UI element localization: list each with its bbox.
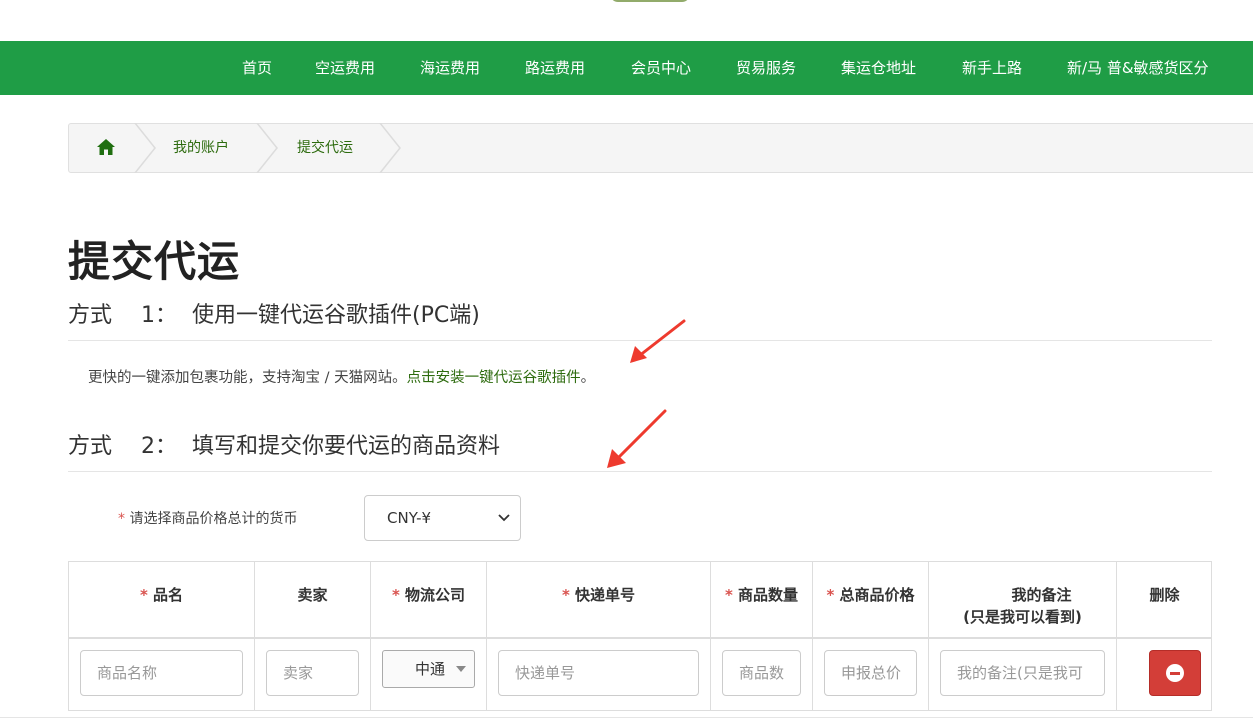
method1-number: 1： [141,303,177,328]
nav-item-land-freight[interactable]: 路运费用 [525,41,585,95]
currency-select[interactable]: CNY-¥ [364,495,521,541]
caret-down-icon [456,666,466,672]
breadcrumb-my-account[interactable]: 我的账户 [173,124,229,172]
required-mark: * [118,511,125,527]
col-header-logistics: * 物流公司 [371,562,487,639]
page-title: 提交代运 [68,237,241,286]
main-nav: 首页 空运费用 海运费用 路运费用 会员中心 贸易服务 集运仓地址 新手上路 新… [0,41,1253,95]
required-mark: * [561,586,570,604]
nav-item-trade-service[interactable]: 贸易服务 [736,41,796,95]
col-header-total-text: 总商品价格 [839,586,915,604]
annotation-arrow-icon [630,319,686,363]
col-header-note-line2: (只是我可以看到) [963,608,1082,626]
divider [0,717,1253,718]
table-cell: 卖家 [255,639,371,711]
required-mark: * [391,586,400,604]
seller-input[interactable]: 卖家 [266,650,359,696]
tracking-number-input[interactable]: 快递单号 [498,650,699,696]
col-header-note-line1: 我的备注 [1011,586,1072,604]
table-cell [1117,639,1212,711]
currency-selected-value: CNY-¥ [387,509,432,527]
goods-name-input[interactable]: 商品名称 [80,650,243,696]
site-logo [610,0,1000,4]
table-cell: 商品名称 [69,639,255,711]
nav-item-air-freight[interactable]: 空运费用 [315,41,375,95]
method1-desc-end: 。 [580,370,596,386]
col-header-name-text: 品名 [153,586,184,604]
breadcrumb-separator [256,123,278,173]
method2-number: 2： [141,434,177,459]
col-header-tracking: * 快递单号 [487,562,711,639]
quantity-input[interactable]: 商品数 [722,650,801,696]
table-cell: 申报总价 [813,639,929,711]
total-price-input[interactable]: 申报总价 [824,650,917,696]
col-header-qty: * 商品数量 [711,562,813,639]
table-cell: 商品数 [711,639,813,711]
required-mark: * [826,586,835,604]
nav-item-warehouse-address[interactable]: 集运仓地址 [841,41,916,95]
breadcrumb-home[interactable] [69,124,139,172]
table-cell: 快递单号 [487,639,711,711]
goods-table: * 品名 卖家 * 物流公司 * 快递单号 * 商品数量 * 总商品价格 我的备… [68,561,1212,711]
install-plugin-link[interactable]: 点击安装一键代运谷歌插件 [407,370,581,386]
method2-heading: 方式 2： 填写和提交你要代运的商品资料 [68,428,1212,472]
logo-leaf-icon [610,0,690,2]
chevron-down-icon [498,514,510,522]
nav-item-sensitive-goods[interactable]: 新/马 普&敏感货区分 [1067,41,1209,95]
col-header-delete-text: 删除 [1149,586,1180,604]
table-cell: 我的备注(只是我可 [929,639,1117,711]
col-header-seller-text: 卖家 [297,586,328,604]
breadcrumb-separator [379,123,401,173]
required-mark: * [724,586,733,604]
col-header-logistics-text: 物流公司 [405,586,466,604]
method1-description: 更快的一键添加包裹功能，支持淘宝 / 天猫网站。点击安装一键代运谷歌插件。 [88,366,595,387]
method1-label: 方式 [68,303,113,328]
col-header-total: * 总商品价格 [813,562,929,639]
nav-item-beginner-guide[interactable]: 新手上路 [962,41,1022,95]
col-header-delete: 删除 [1117,562,1212,639]
logistics-selected-value: 中通 [415,660,446,678]
nav-item-sea-freight[interactable]: 海运费用 [420,41,480,95]
method2-label: 方式 [68,434,113,459]
logistics-select[interactable]: 中通 [382,650,475,688]
col-header-note: 我的备注 (只是我可以看到) [929,562,1117,639]
col-header-name: * 品名 [69,562,255,639]
delete-row-button[interactable] [1149,650,1201,696]
nav-item-home[interactable]: 首页 [242,41,272,95]
method2-title: 填写和提交你要代运的商品资料 [192,434,501,459]
table-cell: 中通 [371,639,487,711]
nav-item-member-center[interactable]: 会员中心 [631,41,691,95]
breadcrumb-submit-shipping[interactable]: 提交代运 [297,124,353,172]
method1-desc-text: 更快的一键添加包裹功能，支持淘宝 / 天猫网站。 [88,370,407,386]
method1-title: 使用一键代运谷歌插件(PC端) [192,303,480,328]
currency-label: * 请选择商品价格总计的货币 [118,508,297,528]
col-header-seller: 卖家 [255,562,371,639]
home-icon [97,139,115,155]
currency-label-text: 请选择商品价格总计的货币 [129,511,298,527]
breadcrumb: 我的账户 提交代运 [68,123,1253,173]
minus-circle-icon [1166,664,1184,682]
note-input[interactable]: 我的备注(只是我可 [940,650,1105,696]
breadcrumb-separator [134,123,156,173]
col-header-tracking-text: 快递单号 [575,586,636,604]
required-mark: * [139,586,148,604]
col-header-qty-text: 商品数量 [738,586,799,604]
